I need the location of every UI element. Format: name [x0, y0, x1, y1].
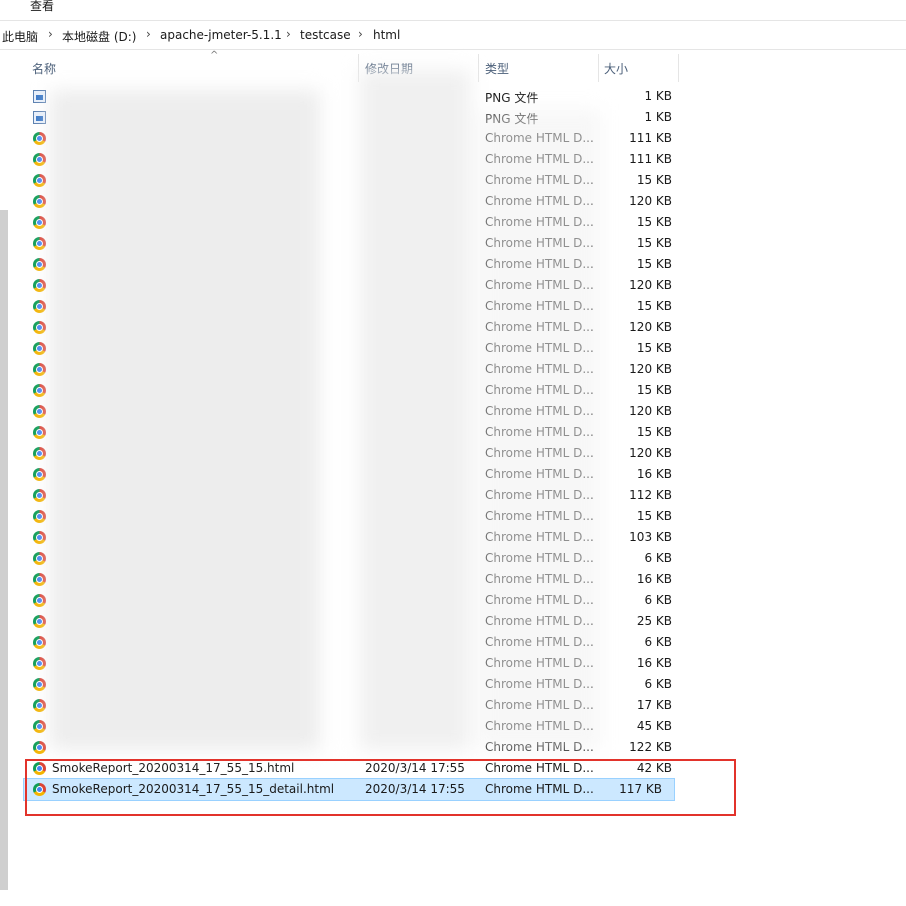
chrome-icon — [33, 363, 46, 376]
chrome-icon — [33, 615, 46, 628]
file-size: 1 KB — [644, 110, 672, 124]
file-size: 6 KB — [644, 593, 672, 607]
column-name[interactable]: 名称 — [32, 60, 56, 77]
breadcrumb-this-pc[interactable]: 此电脑 — [2, 28, 38, 45]
highlight-box — [25, 759, 736, 816]
chrome-icon — [33, 636, 46, 649]
file-size: 103 KB — [629, 530, 672, 544]
file-size: 16 KB — [636, 467, 672, 481]
column-size[interactable]: 大小 — [604, 60, 628, 77]
chrome-icon — [33, 342, 46, 355]
chrome-icon — [33, 741, 46, 754]
column-divider[interactable] — [678, 54, 679, 82]
file-size: 111 KB — [629, 131, 672, 145]
file-size: 6 KB — [644, 635, 672, 649]
address-bar[interactable]: 此电脑 › 本地磁盘 (D:) › apache-jmeter-5.1.1 › … — [0, 20, 906, 50]
chrome-icon — [33, 195, 46, 208]
chrome-icon — [33, 174, 46, 187]
sort-up-icon: ^ — [210, 50, 219, 61]
file-size: 17 KB — [636, 698, 672, 712]
file-size: 120 KB — [629, 278, 672, 292]
file-size: 15 KB — [636, 383, 672, 397]
column-header: ^ 名称 修改日期 类型 大小 — [24, 50, 684, 82]
file-type: PNG 文件 — [485, 91, 539, 105]
chrome-icon — [33, 699, 46, 712]
file-size: 15 KB — [636, 236, 672, 250]
chrome-icon — [33, 384, 46, 397]
breadcrumb-jmeter[interactable]: apache-jmeter-5.1.1 — [160, 28, 282, 42]
chrome-icon — [33, 720, 46, 733]
file-size: 15 KB — [636, 341, 672, 355]
file-size: 15 KB — [636, 509, 672, 523]
chrome-icon — [33, 153, 46, 166]
chrome-icon — [33, 405, 46, 418]
column-type[interactable]: 类型 — [485, 60, 509, 77]
file-size: 6 KB — [644, 551, 672, 565]
chrome-icon — [33, 573, 46, 586]
file-size: 15 KB — [636, 425, 672, 439]
file-size: 120 KB — [629, 194, 672, 208]
chrome-icon — [33, 447, 46, 460]
column-divider[interactable] — [598, 54, 599, 82]
chrome-icon — [33, 279, 46, 292]
chrome-icon — [33, 258, 46, 271]
file-size: 15 KB — [636, 173, 672, 187]
chrome-icon — [33, 552, 46, 565]
chrome-icon — [33, 426, 46, 439]
chevron-right-icon[interactable]: › — [358, 27, 363, 41]
chrome-icon — [33, 678, 46, 691]
file-size: 120 KB — [629, 362, 672, 376]
chrome-icon — [33, 300, 46, 313]
chrome-icon — [33, 510, 46, 523]
file-size: 120 KB — [629, 446, 672, 460]
file-size: 25 KB — [636, 614, 672, 628]
png-file-icon — [33, 111, 46, 124]
menu-view[interactable]: 查看 — [30, 0, 54, 14]
file-size: 120 KB — [629, 320, 672, 334]
privacy-blur — [50, 90, 320, 750]
nav-pane-scrollbar[interactable] — [0, 210, 8, 890]
file-size: 120 KB — [629, 404, 672, 418]
column-divider[interactable] — [478, 54, 479, 82]
chrome-icon — [33, 489, 46, 502]
chrome-icon — [33, 216, 46, 229]
chrome-icon — [33, 468, 46, 481]
privacy-blur — [360, 70, 470, 750]
chevron-right-icon[interactable]: › — [286, 27, 291, 41]
file-size: 45 KB — [636, 719, 672, 733]
chrome-icon — [33, 657, 46, 670]
chevron-right-icon[interactable]: › — [146, 27, 151, 41]
file-size: 112 KB — [629, 488, 672, 502]
chrome-icon — [33, 531, 46, 544]
file-size: 15 KB — [636, 299, 672, 313]
chrome-icon — [33, 321, 46, 334]
breadcrumb-drive[interactable]: 本地磁盘 (D:) — [62, 28, 136, 45]
file-size: 1 KB — [644, 89, 672, 103]
column-divider[interactable] — [358, 54, 359, 82]
breadcrumb-testcase[interactable]: testcase — [300, 28, 351, 42]
chrome-icon — [33, 132, 46, 145]
menu-bar: 查看 — [0, 0, 906, 14]
file-size: 15 KB — [636, 257, 672, 271]
chrome-icon — [33, 594, 46, 607]
breadcrumb-html[interactable]: html — [373, 28, 400, 42]
chrome-icon — [33, 237, 46, 250]
file-size: 6 KB — [644, 677, 672, 691]
file-size: 16 KB — [636, 656, 672, 670]
privacy-blur — [480, 110, 600, 750]
file-size: 111 KB — [629, 152, 672, 166]
file-size: 16 KB — [636, 572, 672, 586]
file-size: 122 KB — [629, 740, 672, 754]
file-size: 15 KB — [636, 215, 672, 229]
chevron-right-icon[interactable]: › — [48, 27, 53, 41]
png-file-icon — [33, 90, 46, 103]
